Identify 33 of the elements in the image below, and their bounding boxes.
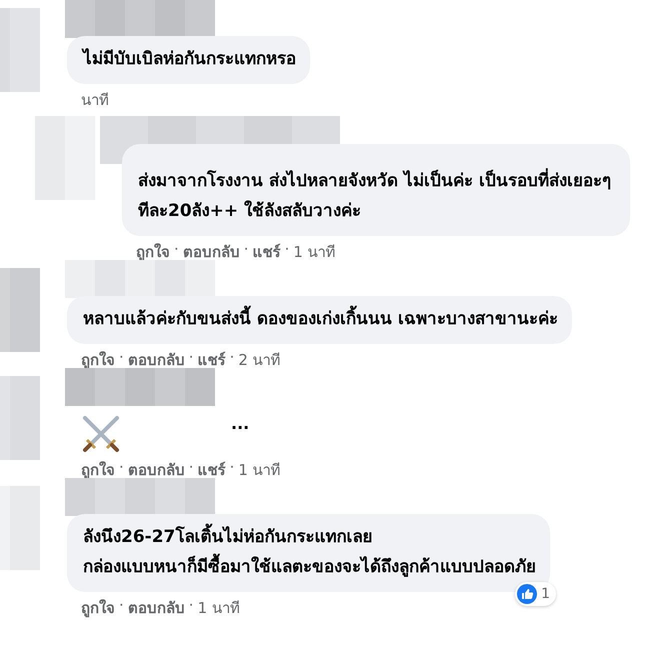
separator-dot: · — [284, 240, 290, 260]
thumbs-up-icon — [517, 584, 538, 604]
crossed-swords-icon — [81, 414, 121, 454]
action-link[interactable]: แชร์ — [198, 458, 226, 482]
separator-dot: · — [119, 348, 124, 368]
separator-dot: · — [119, 596, 124, 616]
separator-dot: · — [230, 348, 234, 368]
action-link[interactable]: แชร์ — [252, 240, 281, 264]
action-link[interactable]: ถูกใจ — [136, 240, 170, 264]
action-link[interactable]: ตอบกลับ — [128, 458, 185, 482]
separator-dot: · — [230, 458, 234, 478]
comment-time: 1 นาที — [238, 460, 281, 481]
separator-dot: · — [188, 348, 194, 368]
separator-dot: · — [188, 596, 194, 616]
action-link[interactable]: ถูกใจ — [81, 596, 115, 620]
comment-time: นาที — [81, 90, 109, 111]
action-link[interactable]: ตอบกลับ — [182, 240, 240, 264]
comment-text: ไม่มีบับเบิลห่อกันกระแทกหรอ — [83, 49, 296, 69]
separator-dot: · — [188, 458, 194, 478]
comment-time: 1 นาที — [293, 242, 336, 263]
comment-time: 1 นาที — [198, 598, 240, 619]
reaction-number: 1 — [541, 586, 550, 602]
separator-dot: · — [174, 240, 179, 260]
reaction-count[interactable]: 1 — [515, 582, 556, 606]
action-link[interactable]: ถูกใจ — [81, 348, 115, 372]
action-link[interactable]: ตอบกลับ — [128, 596, 185, 620]
action-link[interactable]: แชร์ — [198, 348, 226, 372]
comment-time: 2 นาที — [238, 350, 281, 371]
separator-dot: · — [244, 240, 249, 260]
action-link[interactable]: ถูกใจ — [81, 458, 115, 482]
more-options[interactable]: ... — [231, 414, 250, 433]
separator-dot: · — [119, 458, 124, 478]
action-link[interactable]: ตอบกลับ — [128, 348, 185, 372]
